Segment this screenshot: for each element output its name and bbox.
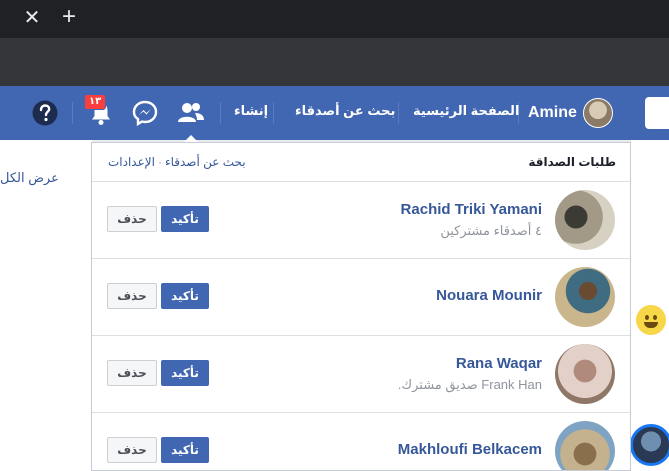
profile-link[interactable]: Amine xyxy=(528,98,613,128)
delete-button[interactable]: حذف xyxy=(107,437,157,463)
delete-button[interactable]: حذف xyxy=(107,206,157,232)
avatar[interactable] xyxy=(555,344,615,404)
new-tab-icon[interactable]: + xyxy=(58,5,80,29)
nav-divider xyxy=(273,102,274,124)
mutual-friends[interactable]: ٤ أصدقاء مشتركين xyxy=(440,223,542,239)
requester-name[interactable]: Nouara Mounir xyxy=(436,287,542,304)
avatar[interactable] xyxy=(555,421,615,470)
friend-requests-dropdown: طلبات الصداقة بحث عن أصدقاء·الإعدادات Ra… xyxy=(91,142,631,471)
mutual-friends[interactable]: Frank Han صديق مشترك. xyxy=(398,377,542,393)
nav-create-link[interactable]: إنشاء xyxy=(234,103,268,119)
confirm-button[interactable]: تأكيد xyxy=(161,437,209,463)
profile-name: Amine xyxy=(528,104,577,121)
chat-avatar[interactable] xyxy=(630,424,669,466)
help-icon[interactable] xyxy=(30,98,60,128)
nav-divider xyxy=(220,102,221,124)
friends-icon[interactable] xyxy=(176,98,206,128)
friend-request-item: Makhloufi Belkacem تأكيد حذف xyxy=(92,413,630,470)
dropdown-header: طلبات الصداقة بحث عن أصدقاء·الإعدادات xyxy=(92,143,630,182)
requester-name[interactable]: Rachid Triki Yamani xyxy=(401,201,542,218)
delete-button[interactable]: حذف xyxy=(107,283,157,309)
nav-find-friends-link[interactable]: بحث عن أصدقاء xyxy=(295,103,395,119)
page-left-column xyxy=(0,140,92,471)
dropdown-links: بحث عن أصدقاء·الإعدادات xyxy=(108,155,246,169)
settings-link[interactable]: الإعدادات xyxy=(108,155,155,169)
emoji-icon xyxy=(636,305,666,335)
friend-request-item: Rachid Triki Yamani ٤ أصدقاء مشتركين تأك… xyxy=(92,182,630,259)
friend-request-item: Nouara Mounir تأكيد حذف xyxy=(92,259,630,336)
avatar[interactable] xyxy=(555,267,615,327)
avatar[interactable] xyxy=(555,190,615,250)
avatar xyxy=(582,98,613,128)
messenger-icon[interactable] xyxy=(130,98,160,128)
browser-tab-bar: ✕ + xyxy=(0,0,669,38)
dropdown-caret xyxy=(184,135,198,142)
see-all-link[interactable]: عرض الكل xyxy=(0,170,60,186)
requester-name[interactable]: Makhloufi Belkacem xyxy=(398,441,542,458)
confirm-button[interactable]: تأكيد xyxy=(161,206,209,232)
find-friends-link[interactable]: بحث عن أصدقاء xyxy=(165,155,246,169)
requester-name[interactable]: Rana Waqar xyxy=(456,355,542,372)
nav-divider xyxy=(72,102,73,124)
friend-request-item: Rana Waqar Frank Han صديق مشترك. تأكيد ح… xyxy=(92,336,630,413)
notification-count-badge: ١٣ xyxy=(84,94,107,110)
close-tab-icon[interactable]: ✕ xyxy=(22,8,42,28)
confirm-button[interactable]: تأكيد xyxy=(161,283,209,309)
link-separator: · xyxy=(157,155,162,169)
nav-home-link[interactable]: الصفحة الرئيسية xyxy=(413,103,519,119)
search-input[interactable] xyxy=(645,97,669,129)
nav-divider xyxy=(398,102,399,124)
delete-button[interactable]: حذف xyxy=(107,360,157,386)
confirm-button[interactable]: تأكيد xyxy=(161,360,209,386)
browser-toolbar xyxy=(0,38,669,86)
facebook-top-bar: Amine الصفحة الرئيسية بحث عن أصدقاء إنشا… xyxy=(0,86,669,142)
dropdown-title: طلبات الصداقة xyxy=(528,155,616,169)
